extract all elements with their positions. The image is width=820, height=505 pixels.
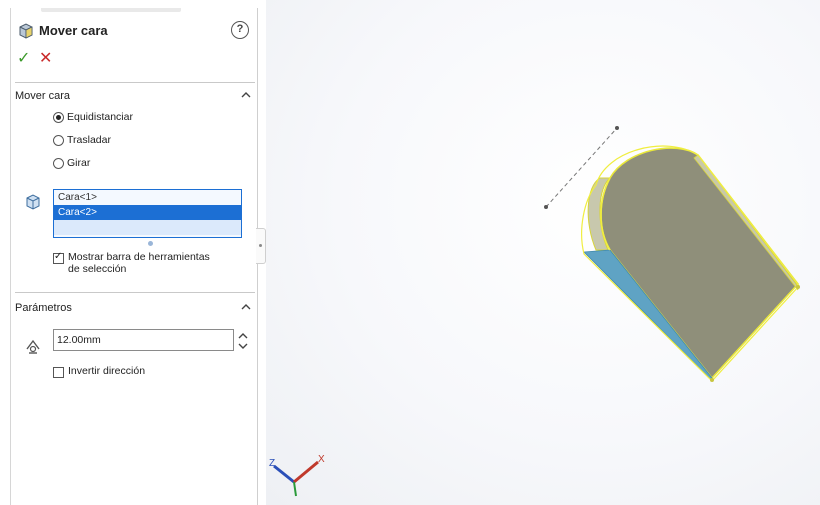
show-toolbar-label-line1: Mostrar barra de herramientas	[68, 251, 210, 263]
property-manager-title: Mover cara	[39, 23, 108, 38]
show-toolbar-label-line2: de selección	[68, 263, 127, 275]
face-list-empty-slot[interactable]	[54, 220, 241, 235]
show-toolbar-label: Mostrar barra de herramientas de selecci…	[68, 251, 210, 275]
radio-label: Equidistanciar	[67, 111, 133, 123]
property-manager-panel: Mover cara ? ✓ ✕ Mover cara Equidistanci…	[10, 8, 258, 505]
move-face-group-label: Mover cara	[15, 90, 71, 102]
radio-label: Girar	[67, 157, 91, 169]
radio-girar[interactable]: Girar	[53, 155, 90, 171]
model-view[interactable]	[266, 0, 820, 505]
cancel-button[interactable]: ✕	[39, 50, 57, 68]
panel-collapse-grip[interactable]	[256, 228, 266, 264]
graphics-viewport[interactable]: Z X	[266, 0, 820, 505]
faces-selection-icon	[26, 194, 40, 210]
divider	[15, 82, 255, 83]
distance-spinner-icon[interactable]	[237, 330, 249, 352]
radio-button-selected[interactable]	[53, 111, 64, 123]
vertex-point	[796, 285, 800, 289]
help-icon[interactable]: ?	[231, 21, 249, 39]
collapse-chevron-up-icon[interactable]	[239, 300, 253, 314]
panel-tab-strip[interactable]	[41, 8, 181, 12]
parameters-group-header[interactable]: Parámetros	[15, 300, 255, 318]
face-list-item[interactable]: Cara<1>	[54, 190, 241, 205]
triad-x-label: X	[318, 454, 325, 465]
face-list-item-selected[interactable]: Cara<2>	[54, 205, 241, 220]
triad-z-label: Z	[269, 458, 275, 469]
radio-label: Trasladar	[67, 134, 111, 146]
divider	[15, 292, 255, 293]
move-face-icon	[19, 23, 33, 39]
coordinate-triad-icon: Z X	[269, 454, 325, 497]
reverse-direction-checkbox-row[interactable]: Invertir dirección	[53, 365, 145, 378]
list-resize-handle[interactable]	[148, 241, 153, 246]
radio-button[interactable]	[53, 157, 64, 169]
collapse-chevron-up-icon[interactable]	[239, 88, 253, 102]
reverse-direction-checkbox[interactable]	[53, 367, 64, 378]
grip-dot-icon	[259, 244, 262, 247]
radio-button[interactable]	[53, 134, 64, 146]
ok-button[interactable]: ✓	[17, 50, 35, 68]
distance-icon	[26, 339, 40, 354]
radio-trasladar[interactable]: Trasladar	[53, 132, 111, 148]
move-face-group-header[interactable]: Mover cara	[15, 88, 255, 106]
show-toolbar-checkbox-row[interactable]: Mostrar barra de herramientas de selecci…	[53, 251, 210, 275]
distance-input[interactable]	[53, 329, 234, 351]
show-toolbar-checkbox[interactable]	[53, 251, 64, 264]
property-manager-header: Mover cara ?	[11, 20, 259, 44]
model-top-face[interactable]	[600, 147, 800, 380]
vertex-point	[710, 378, 714, 382]
faces-selection-list[interactable]: Cara<1> Cara<2>	[53, 189, 242, 238]
parameters-group-label: Parámetros	[15, 302, 72, 314]
reverse-direction-label: Invertir dirección	[68, 365, 146, 377]
radio-equidistanciar[interactable]: Equidistanciar	[53, 109, 133, 125]
